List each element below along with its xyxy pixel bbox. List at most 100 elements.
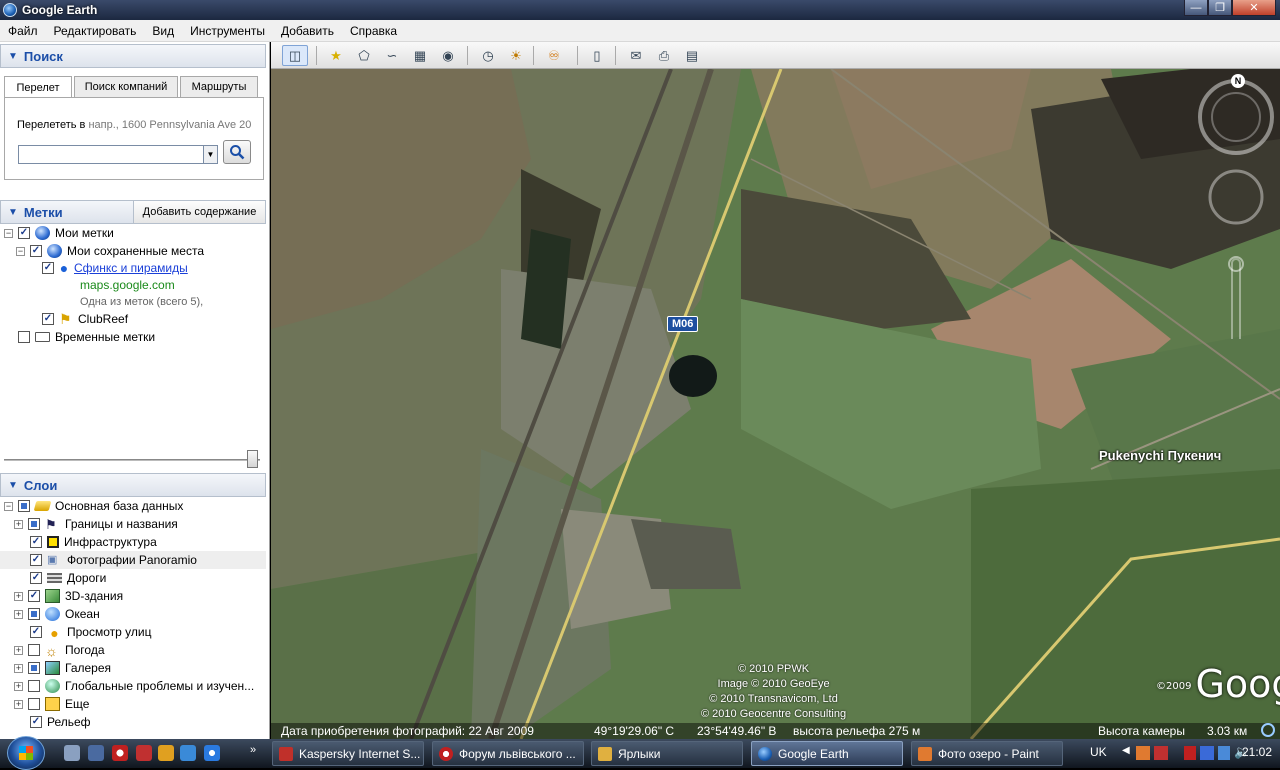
menu-edit[interactable]: Редактировать bbox=[46, 24, 145, 38]
checkbox[interactable]: ✓ bbox=[42, 313, 54, 325]
minimize-button[interactable]: — bbox=[1184, 0, 1208, 16]
checkbox[interactable] bbox=[18, 500, 30, 512]
road-label[interactable]: M06 bbox=[667, 316, 699, 332]
checkbox[interactable] bbox=[28, 518, 40, 530]
layer-row-panoramio[interactable]: ✓ ▣ Фотографии Panoramio bbox=[0, 551, 266, 569]
tab-directions[interactable]: Маршруты bbox=[180, 76, 258, 98]
checkbox[interactable]: ✓ bbox=[30, 572, 42, 584]
layer-row-infrastructure[interactable]: ✓ Инфраструктура bbox=[30, 533, 157, 551]
email-icon[interactable]: ✉ bbox=[625, 45, 647, 66]
add-placemark-icon[interactable]: ★ bbox=[325, 45, 347, 66]
close-button[interactable]: ✕ bbox=[1232, 0, 1276, 16]
ruler-icon[interactable]: ▯ bbox=[586, 45, 608, 66]
checkbox[interactable]: ✓ bbox=[42, 262, 54, 274]
tray-kaspersky-icon[interactable] bbox=[1154, 746, 1168, 760]
tray-security-icon[interactable] bbox=[1184, 746, 1196, 760]
task-shortcuts-folder[interactable]: Ярлыки bbox=[591, 741, 743, 766]
expand-icon[interactable]: + bbox=[14, 681, 23, 691]
search-panel-header[interactable]: ▼ Поиск bbox=[0, 44, 266, 68]
opera-icon[interactable] bbox=[112, 745, 128, 761]
tree-row-clubreef[interactable]: ✓ ⚑ ClubReef bbox=[42, 310, 128, 328]
language-indicator[interactable]: UK bbox=[1090, 745, 1107, 759]
map-view[interactable]: ◫ ★ ⬠ ∽ ▦ ◉ ◷ ☀ ♾ ▯ ✉ ⎙ ▤ M06 Pukenychi … bbox=[271, 42, 1280, 739]
checkbox[interactable]: ✓ bbox=[30, 554, 42, 566]
start-button[interactable] bbox=[7, 736, 45, 770]
checkbox[interactable] bbox=[28, 698, 40, 710]
menu-view[interactable]: Вид bbox=[144, 24, 182, 38]
maximize-button[interactable]: ❐ bbox=[1208, 0, 1232, 16]
quicklaunch-app-icon[interactable] bbox=[180, 745, 196, 761]
fly-to-input[interactable] bbox=[18, 145, 204, 164]
places-panel-header[interactable]: ▼ Метки bbox=[0, 200, 134, 224]
tray-network-icon[interactable] bbox=[1200, 746, 1214, 760]
tab-fly-to[interactable]: Перелет bbox=[4, 76, 72, 99]
show-desktop-icon[interactable] bbox=[64, 745, 80, 761]
menu-file[interactable]: Файл bbox=[0, 24, 46, 38]
layer-row-street-view[interactable]: ✓ ● Просмотр улиц bbox=[30, 623, 151, 641]
checkbox[interactable]: ✓ bbox=[30, 536, 42, 548]
tray-app-icon[interactable] bbox=[1136, 746, 1150, 760]
quicklaunch-chevron-icon[interactable]: » bbox=[250, 744, 256, 756]
checkbox[interactable] bbox=[28, 608, 40, 620]
fly-to-dropdown-icon[interactable]: ▼ bbox=[203, 145, 218, 164]
menu-tools[interactable]: Инструменты bbox=[182, 24, 273, 38]
checkbox[interactable]: ✓ bbox=[30, 716, 42, 728]
checkbox[interactable]: ✓ bbox=[28, 590, 40, 602]
tree-row-sphinx[interactable]: ✓ ● Сфинкс и пирамиды bbox=[42, 259, 188, 277]
view-in-maps-icon[interactable]: ▤ bbox=[681, 45, 703, 66]
layer-row-weather[interactable]: + ☼ Погода bbox=[14, 641, 105, 659]
tree-row-saved-places[interactable]: − ✓ Мои сохраненные места bbox=[16, 242, 204, 260]
expand-icon[interactable]: + bbox=[14, 609, 23, 619]
collapse-icon[interactable]: − bbox=[4, 228, 13, 238]
slider-thumb[interactable] bbox=[247, 450, 258, 468]
navigation-controls[interactable] bbox=[1196, 79, 1280, 339]
media-player-icon[interactable] bbox=[158, 745, 174, 761]
menu-add[interactable]: Добавить bbox=[273, 24, 342, 38]
historical-imagery-icon[interactable]: ◷ bbox=[477, 45, 499, 66]
expand-icon[interactable]: + bbox=[14, 663, 23, 673]
task-paint[interactable]: Фото озеро - Paint bbox=[911, 741, 1063, 766]
checkbox[interactable]: ✓ bbox=[18, 227, 30, 239]
layer-row-primary-db[interactable]: − Основная база данных bbox=[4, 497, 183, 515]
layer-row-roads[interactable]: ✓ Дороги bbox=[30, 569, 106, 587]
collapse-triangle-icon[interactable]: ▼ bbox=[8, 207, 18, 218]
switch-windows-icon[interactable] bbox=[88, 745, 104, 761]
layer-row-global-awareness[interactable]: + Глобальные проблемы и изучен... bbox=[14, 677, 254, 695]
task-google-earth[interactable]: Google Earth bbox=[751, 741, 903, 766]
layer-row-gallery[interactable]: + Галерея bbox=[14, 659, 111, 677]
task-forum[interactable]: Форум львівського ... bbox=[432, 741, 584, 766]
checkbox[interactable] bbox=[28, 662, 40, 674]
layer-row-ocean[interactable]: + Океан bbox=[14, 605, 100, 623]
look-ring[interactable] bbox=[1198, 79, 1274, 155]
collapse-triangle-icon[interactable]: ▼ bbox=[8, 480, 18, 491]
checkbox[interactable] bbox=[28, 680, 40, 692]
tray-chevron-icon[interactable]: ◀ bbox=[1122, 745, 1130, 756]
place-label[interactable]: Pukenychi Пукенич bbox=[1099, 448, 1221, 463]
checkbox[interactable]: ✓ bbox=[30, 245, 42, 257]
collapse-icon[interactable]: − bbox=[4, 501, 13, 511]
add-overlay-icon[interactable]: ▦ bbox=[409, 45, 431, 66]
expand-icon[interactable]: + bbox=[14, 591, 23, 601]
checkbox[interactable] bbox=[18, 331, 30, 343]
layer-row-terrain[interactable]: ✓ Рельеф bbox=[30, 713, 91, 731]
planets-icon[interactable]: ♾ bbox=[543, 45, 565, 66]
print-icon[interactable]: ⎙ bbox=[653, 45, 675, 66]
expand-icon[interactable]: + bbox=[14, 519, 23, 529]
tray-monitor-icon[interactable] bbox=[1218, 746, 1230, 760]
tab-find-businesses[interactable]: Поиск компаний bbox=[74, 76, 178, 98]
sidebar-toggle-icon[interactable]: ◫ bbox=[282, 45, 308, 66]
layer-row-borders[interactable]: + ⚑ Границы и названия bbox=[14, 515, 178, 533]
menu-help[interactable]: Справка bbox=[342, 24, 405, 38]
layer-row-3d-buildings[interactable]: + ✓ 3D-здания bbox=[14, 587, 123, 605]
move-ring[interactable] bbox=[1208, 169, 1264, 225]
add-content-button[interactable]: Добавить содержание bbox=[133, 200, 266, 224]
task-kaspersky[interactable]: Kaspersky Internet S... bbox=[272, 741, 424, 766]
opacity-slider[interactable] bbox=[4, 449, 260, 471]
placemark-link[interactable]: Сфинкс и пирамиды bbox=[74, 261, 188, 275]
collapse-icon[interactable]: − bbox=[16, 246, 25, 256]
tree-row-my-places[interactable]: − ✓ Мои метки bbox=[4, 224, 114, 242]
checkbox[interactable]: ✓ bbox=[30, 626, 42, 638]
add-polygon-icon[interactable]: ⬠ bbox=[353, 45, 375, 66]
expand-icon[interactable]: + bbox=[14, 699, 23, 709]
checkbox[interactable] bbox=[28, 644, 40, 656]
